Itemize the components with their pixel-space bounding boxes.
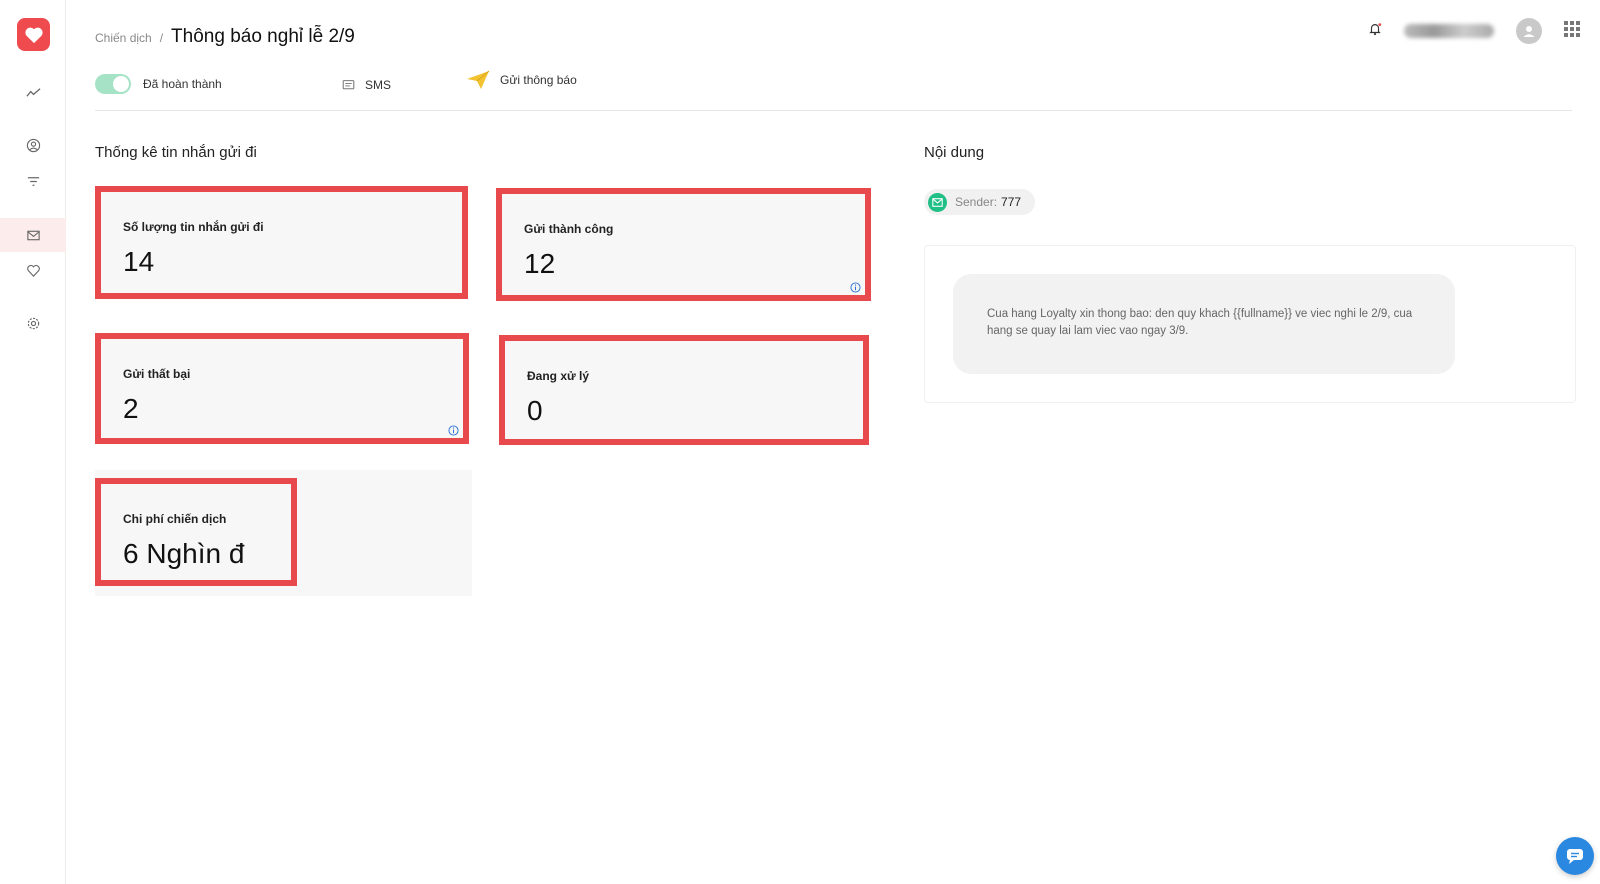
stat-failed-value: 2 — [123, 393, 139, 424]
breadcrumb-separator: / — [159, 31, 164, 45]
mail-icon — [26, 230, 40, 240]
stat-card-failed: Gửi thất bại 2 — [95, 333, 469, 444]
stat-card-success: Gửi thành công 12 — [496, 188, 871, 301]
status-label: Đã hoàn thành — [143, 77, 222, 91]
apps-grid-icon[interactable] — [1564, 20, 1580, 42]
sender-badge: Sender: 777 — [924, 189, 1036, 215]
heart-icon[interactable] — [17, 18, 50, 51]
nav-filter[interactable] — [0, 164, 66, 198]
send-notification-button[interactable]: Gửi thông báo — [466, 70, 577, 90]
topbar-actions — [1368, 18, 1580, 44]
page-title: Thông báo nghỉ lễ 2/9 — [171, 26, 355, 47]
trending-icon — [25, 87, 40, 97]
user-circle-icon — [26, 138, 40, 152]
chat-icon[interactable] — [1556, 837, 1594, 875]
sender-label: Sender: — [955, 195, 998, 209]
stat-success-value: 12 — [524, 248, 556, 279]
avatar-icon[interactable] — [1516, 18, 1542, 44]
bell-icon[interactable] — [1368, 22, 1382, 41]
content-section-title: Nội dung — [924, 144, 985, 161]
info-icon[interactable] — [850, 282, 861, 293]
nav-customers[interactable] — [0, 128, 66, 162]
message-bubble: Cua hang Loyalty xin thong bao: den quy … — [953, 274, 1455, 374]
send-notification-label: Gửi thông báo — [500, 73, 577, 87]
stat-success-label: Gửi thành công — [524, 222, 614, 236]
info-icon[interactable] — [448, 425, 459, 436]
stat-cost-label: Chi phí chiến dịch — [123, 512, 227, 526]
header-divider — [95, 110, 1572, 111]
channel-info: SMS — [342, 78, 391, 92]
nav-analytics[interactable] — [0, 75, 66, 109]
breadcrumb-campaigns-link[interactable]: Chiến dịch — [95, 31, 152, 45]
filter-icon — [27, 176, 39, 186]
paper-plane-icon — [467, 70, 490, 89]
breadcrumb: Chiến dịch / Thông báo nghỉ lễ 2/9 — [95, 26, 355, 48]
stat-sent-label: Số lượng tin nhắn gửi đi — [123, 220, 264, 234]
stat-card-cost: Chi phí chiến dịch 6 Nghìn đ — [95, 478, 297, 586]
user-name-blurred — [1404, 24, 1494, 38]
stat-cost-value: 6 Nghìn đ — [123, 538, 245, 569]
nav-settings[interactable] — [0, 306, 66, 340]
message-icon — [342, 79, 355, 89]
nav-loyalty[interactable] — [0, 253, 66, 287]
stat-card-processing: Đang xử lý 0 — [499, 335, 869, 445]
sidebar — [0, 0, 66, 884]
stat-processing-value: 0 — [527, 395, 543, 426]
sender-value: 777 — [1001, 195, 1022, 209]
nav-campaigns[interactable] — [0, 218, 66, 252]
campaign-status: Đã hoàn thành — [95, 72, 222, 96]
stat-failed-label: Gửi thất bại — [123, 367, 191, 381]
heart-outline-icon — [26, 264, 40, 277]
stat-processing-label: Đang xử lý — [527, 369, 590, 383]
stat-card-sent: Số lượng tin nhắn gửi đi 14 — [95, 186, 468, 299]
stat-sent-value: 14 — [123, 246, 155, 277]
mail-icon — [928, 192, 947, 212]
status-toggle[interactable] — [95, 74, 131, 94]
stats-section-title: Thống kê tin nhắn gửi đi — [95, 144, 257, 161]
channel-label: SMS — [365, 78, 392, 92]
message-preview-panel: Cua hang Loyalty xin thong bao: den quy … — [924, 245, 1576, 403]
gear-icon — [27, 317, 39, 329]
